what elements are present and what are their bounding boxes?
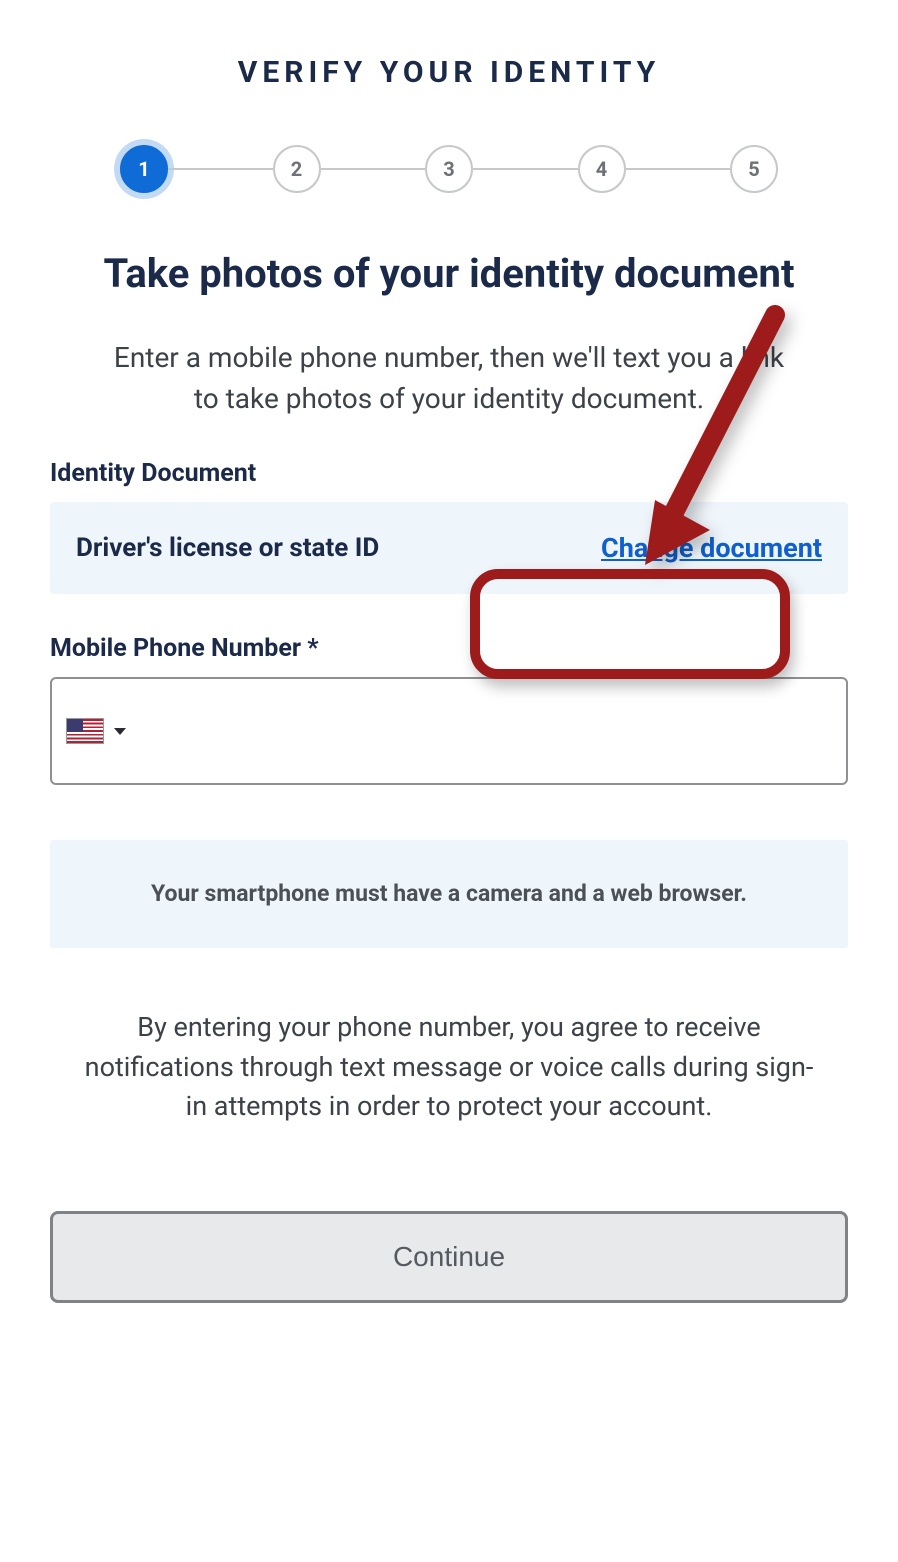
step-connector xyxy=(473,168,578,170)
step-3: 3 xyxy=(425,145,473,193)
selected-document-type: Driver's license or state ID xyxy=(76,533,379,563)
consent-text: By entering your phone number, you agree… xyxy=(50,1008,848,1125)
country-selector[interactable] xyxy=(66,718,126,744)
chevron-down-icon xyxy=(114,728,126,735)
step-1: 1 xyxy=(120,145,168,193)
phone-number-label: Mobile Phone Number * xyxy=(50,634,848,663)
continue-button[interactable]: Continue xyxy=(50,1211,848,1303)
section-heading: Take photos of your identity document xyxy=(50,248,848,300)
step-5: 5 xyxy=(730,145,778,193)
us-flag-icon xyxy=(66,718,104,744)
smartphone-requirements-notice: Your smartphone must have a camera and a… xyxy=(50,840,848,948)
step-connector xyxy=(321,168,426,170)
phone-number-input[interactable] xyxy=(136,679,832,783)
step-2: 2 xyxy=(273,145,321,193)
change-document-link[interactable]: Change document xyxy=(601,532,822,564)
identity-document-box: Driver's license or state ID Change docu… xyxy=(50,502,848,594)
section-subheading: Enter a mobile phone number, then we'll … xyxy=(50,338,848,419)
step-connector xyxy=(168,168,273,170)
progress-stepper: 1 2 3 4 5 xyxy=(50,145,848,193)
step-4: 4 xyxy=(578,145,626,193)
step-connector xyxy=(626,168,731,170)
page-title: VERIFY YOUR IDENTITY xyxy=(50,55,848,90)
identity-document-label: Identity Document xyxy=(50,459,848,488)
phone-input-container[interactable] xyxy=(50,677,848,785)
